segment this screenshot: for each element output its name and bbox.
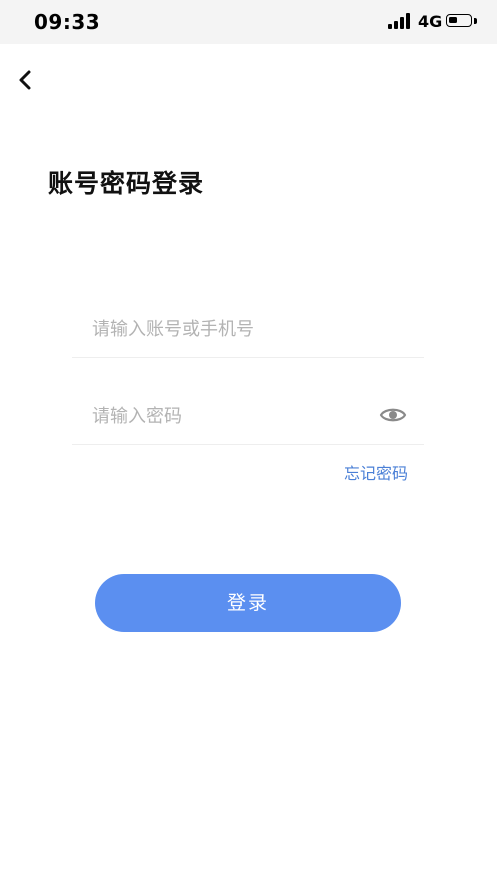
back-button[interactable] bbox=[8, 62, 42, 98]
status-bar: 09:33 4G bbox=[0, 0, 497, 44]
account-field bbox=[72, 302, 424, 358]
chevron-left-icon bbox=[19, 70, 31, 90]
login-button[interactable]: 登录 bbox=[95, 574, 401, 632]
battery-icon bbox=[446, 14, 472, 27]
battery-cap bbox=[474, 18, 477, 24]
forgot-password-link[interactable]: 忘记密码 bbox=[344, 460, 408, 484]
battery-level bbox=[449, 17, 457, 23]
status-time: 09:33 bbox=[34, 10, 101, 34]
page-title: 账号密码登录 bbox=[48, 169, 205, 198]
password-input[interactable] bbox=[92, 399, 362, 433]
network-type: 4G bbox=[418, 12, 443, 31]
password-field bbox=[72, 389, 424, 445]
password-visibility-toggle[interactable] bbox=[378, 402, 408, 428]
account-input[interactable] bbox=[92, 312, 362, 346]
eye-icon bbox=[379, 408, 407, 422]
signal-icon bbox=[388, 13, 414, 29]
